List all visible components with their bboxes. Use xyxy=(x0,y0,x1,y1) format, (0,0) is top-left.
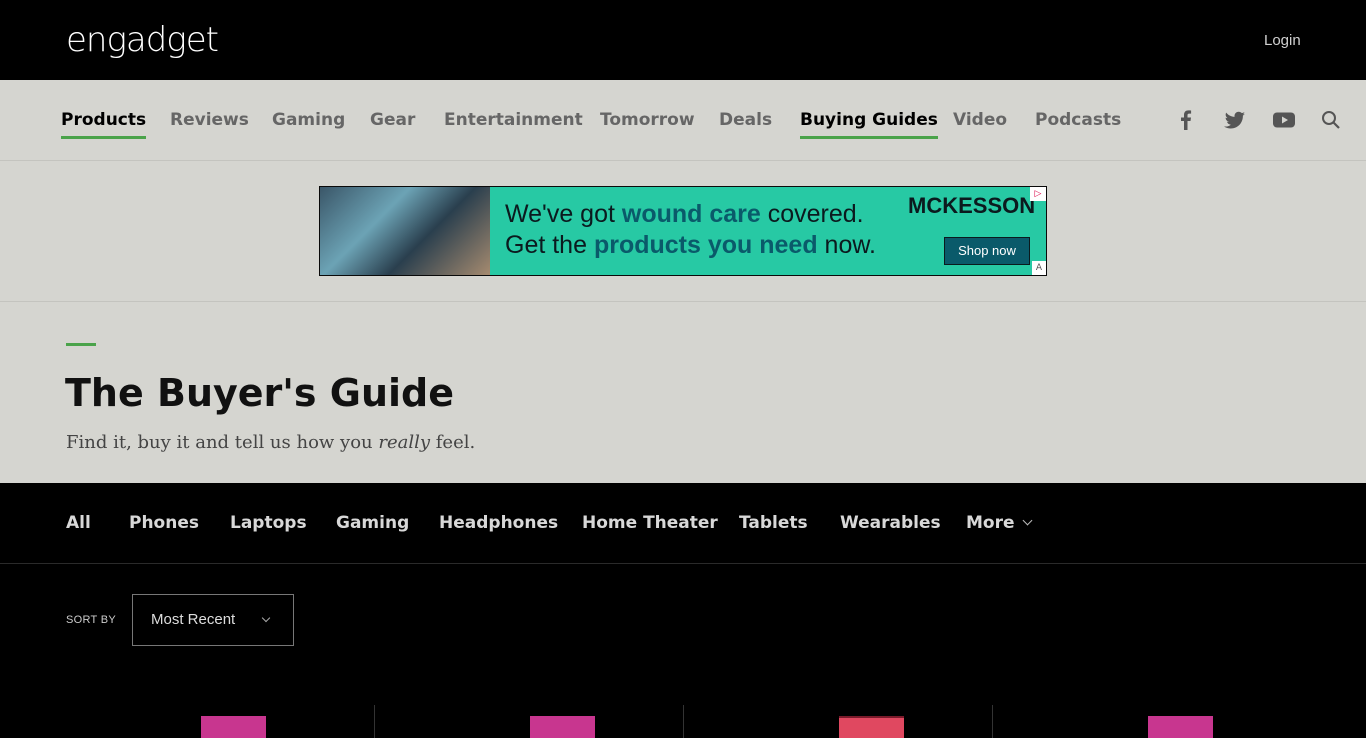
facebook-icon[interactable] xyxy=(1174,108,1198,132)
engadget-logo[interactable]: engadget xyxy=(66,20,219,60)
nav-item-video[interactable]: Video xyxy=(953,108,1007,132)
category-wearables[interactable]: Wearables xyxy=(840,511,941,535)
chevron-down-icon xyxy=(1022,515,1032,526)
main-nav: Products Reviews Gaming Gear Entertainme… xyxy=(0,80,1366,161)
ad-shop-now-button[interactable]: Shop now xyxy=(944,237,1030,265)
page-subtitle: Find it, buy it and tell us how you real… xyxy=(66,432,476,453)
card-thumbnail[interactable] xyxy=(201,716,266,738)
nav-item-gear[interactable]: Gear xyxy=(370,108,415,132)
card-thumbnail[interactable] xyxy=(1148,716,1213,738)
sort-label: SORT BY xyxy=(66,614,116,626)
ad-band: We've got wound care covered. Get the pr… xyxy=(0,161,1366,302)
sort-select[interactable]: Most Recent xyxy=(132,594,294,646)
chevron-down-icon xyxy=(261,613,271,623)
category-laptops[interactable]: Laptops xyxy=(230,511,307,535)
page-title: The Buyer's Guide xyxy=(65,371,454,415)
nav-item-gaming[interactable]: Gaming xyxy=(272,108,345,132)
nav-item-products[interactable]: Products xyxy=(61,108,147,139)
sort-selected-value: Most Recent xyxy=(151,611,236,628)
login-link[interactable]: Login xyxy=(1264,32,1301,50)
category-headphones[interactable]: Headphones xyxy=(439,511,558,535)
category-tablets[interactable]: Tablets xyxy=(739,511,808,535)
ad-photo xyxy=(320,187,490,275)
category-gaming[interactable]: Gaming xyxy=(336,511,409,535)
card-divider xyxy=(374,705,375,738)
card-thumbnail[interactable] xyxy=(530,716,595,738)
nav-item-buying-guides[interactable]: Buying Guides xyxy=(800,108,938,139)
banner-ad[interactable]: We've got wound care covered. Get the pr… xyxy=(319,186,1047,276)
category-nav: All Phones Laptops Gaming Headphones Hom… xyxy=(0,483,1366,564)
top-header: engadget Login xyxy=(0,0,1366,80)
category-phones[interactable]: Phones xyxy=(129,511,199,535)
youtube-icon[interactable] xyxy=(1272,108,1296,132)
page-hero: The Buyer's Guide Find it, buy it and te… xyxy=(0,302,1366,483)
twitter-icon[interactable] xyxy=(1223,108,1247,132)
card-divider xyxy=(683,705,684,738)
hero-accent-line xyxy=(66,343,96,346)
ad-headline-2: Get the products you need now. xyxy=(505,231,876,259)
nav-item-entertainment[interactable]: Entertainment xyxy=(444,108,583,132)
nav-item-tomorrow[interactable]: Tomorrow xyxy=(600,108,695,132)
category-home-theater[interactable]: Home Theater xyxy=(582,511,718,535)
adchoices-icon[interactable]: ▷ xyxy=(1030,187,1046,201)
card-divider xyxy=(992,705,993,738)
category-all[interactable]: All xyxy=(66,511,91,535)
card-thumbnail[interactable] xyxy=(839,716,904,738)
nav-item-deals[interactable]: Deals xyxy=(719,108,772,132)
search-icon[interactable] xyxy=(1319,108,1343,132)
category-more[interactable]: More xyxy=(966,511,1032,535)
nav-item-podcasts[interactable]: Podcasts xyxy=(1035,108,1121,132)
ad-headline-1: We've got wound care covered. xyxy=(505,200,864,228)
ad-info-icon[interactable]: A xyxy=(1032,261,1046,275)
nav-item-reviews[interactable]: Reviews xyxy=(170,108,249,132)
ad-brand-logo: MCKESSON xyxy=(908,193,1036,218)
